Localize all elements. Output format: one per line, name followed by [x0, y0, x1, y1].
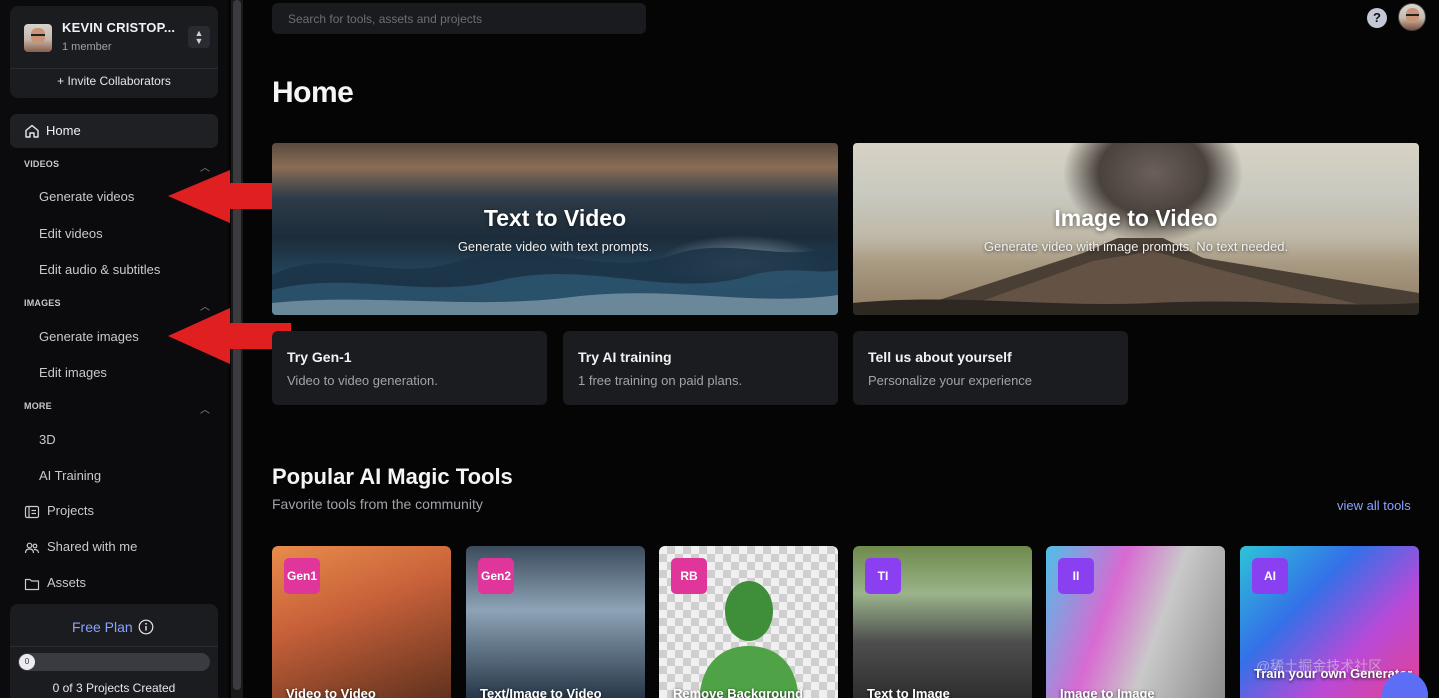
team-switcher[interactable]: KEVIN CRISTOP... 1 member ▲ ▼ + Invite Co… [10, 6, 218, 98]
search-bar[interactable] [272, 3, 646, 34]
tool-name: Remove Background [673, 686, 804, 698]
portrait-silhouette-image [699, 581, 799, 698]
hero-subtitle: Generate video with image prompts. No te… [983, 239, 1289, 254]
watermark: @稀土掘金技术社区 [1256, 658, 1383, 674]
page-title: Home [272, 76, 354, 109]
chevron-up-icon[interactable]: ︿ [200, 159, 212, 174]
tool-card-video-to-video[interactable]: Gen1 Video to Video [272, 546, 451, 698]
projects-icon [24, 505, 40, 519]
team-avatar [24, 24, 52, 52]
tool-card-image-to-image[interactable]: II Image to Image [1046, 546, 1225, 698]
app-root: KEVIN CRISTOP... 1 member ▲ ▼ + Invite Co… [0, 0, 1439, 698]
home-icon [25, 124, 39, 138]
sidebar-item-label: Home [46, 123, 81, 138]
projects-progress-bar: 0 [18, 653, 210, 671]
sidebar-item-ai-training[interactable]: AI Training [39, 468, 101, 483]
team-member-count: 1 member [62, 41, 112, 53]
tool-card-text-image-to-video[interactable]: Gen2 Text/Image to Video [466, 546, 645, 698]
hero-card-text-to-video[interactable]: Text to Video Generate video with text p… [272, 143, 838, 315]
section-videos[interactable]: VIDEOS [24, 159, 59, 169]
tool-badge: RB [671, 558, 707, 594]
card-subtitle: Video to video generation. [287, 373, 438, 388]
section-title: Popular AI Magic Tools [272, 464, 513, 489]
card-try-ai-training[interactable]: Try AI training 1 free training on paid … [563, 331, 838, 405]
hero-card-image-to-video[interactable]: Image to Video Generate video with image… [853, 143, 1419, 315]
tool-name: Image to Image [1060, 686, 1155, 698]
shared-icon [24, 542, 40, 554]
hero-title: Text to Video [483, 205, 627, 231]
help-icon[interactable]: ? [1367, 8, 1387, 28]
card-subtitle: Personalize your experience [868, 373, 1033, 388]
card-title: Try AI training [578, 349, 672, 365]
invite-collaborators-button[interactable]: + Invite Collaborators [10, 74, 218, 94]
hero-title: Image to Video [1054, 205, 1218, 231]
tool-name: Text to Image [867, 686, 950, 698]
divider [10, 646, 218, 647]
tool-badge: Gen2 [478, 558, 514, 594]
chevron-up-icon[interactable]: ︿ [200, 401, 212, 416]
sidebar-item-home[interactable]: Home [10, 114, 218, 148]
sidebar-item-label: Shared with me [47, 539, 138, 554]
sidebar-item-generate-images[interactable]: Generate images [39, 329, 139, 344]
sidebar-item-label: Projects [47, 503, 94, 518]
sidebar-item-edit-images[interactable]: Edit images [39, 365, 107, 380]
tool-badge: AI [1252, 558, 1288, 594]
divider [10, 68, 218, 69]
sidebar-item-label: Assets [47, 575, 87, 590]
card-tell-us-about-yourself[interactable]: Tell us about yourself Personalize your … [853, 331, 1128, 405]
plan-card: Free Plan 0 0 of 3 Projects Created [10, 604, 218, 698]
plan-title[interactable]: Free Plan [72, 619, 133, 635]
folder-icon [24, 578, 40, 591]
search-input[interactable] [272, 3, 646, 34]
tool-name: Video to Video [286, 686, 376, 698]
projects-count: 0 of 3 Projects Created [52, 681, 176, 695]
card-title: Tell us about yourself [868, 349, 1012, 365]
sidebar-item-generate-videos[interactable]: Generate videos [39, 189, 134, 204]
tool-badge: Gen1 [284, 558, 320, 594]
card-try-gen1[interactable]: Try Gen-1 Video to video generation. [272, 331, 547, 405]
tool-name: Text/Image to Video [480, 686, 602, 698]
chevron-up-icon[interactable]: ︿ [200, 298, 212, 313]
sidebar-item-edit-audio-subtitles[interactable]: Edit audio & subtitles [39, 262, 160, 277]
tool-badge: II [1058, 558, 1094, 594]
section-more[interactable]: MORE [24, 401, 52, 411]
sidebar-item-edit-videos[interactable]: Edit videos [39, 226, 103, 241]
tool-card-remove-background[interactable]: RB Remove Background [659, 546, 838, 698]
tool-badge: TI [865, 558, 901, 594]
chevron-updown-icon[interactable]: ▲ ▼ [188, 26, 210, 48]
card-title: Try Gen-1 [287, 349, 352, 365]
team-name: KEVIN CRISTOP... [62, 20, 176, 35]
avatar[interactable] [1398, 3, 1426, 31]
info-icon[interactable] [138, 619, 154, 635]
progress-knob: 0 [19, 654, 35, 670]
section-subtitle: Favorite tools from the community [272, 496, 483, 512]
view-all-tools-link[interactable]: view all tools [1337, 498, 1411, 513]
sidebar-item-3d[interactable]: 3D [39, 432, 56, 447]
card-subtitle: 1 free training on paid plans. [578, 373, 743, 388]
section-images[interactable]: IMAGES [24, 298, 61, 308]
hero-subtitle: Generate video with text prompts. [457, 239, 653, 254]
tool-card-text-to-image[interactable]: TI Text to Image [853, 546, 1032, 698]
